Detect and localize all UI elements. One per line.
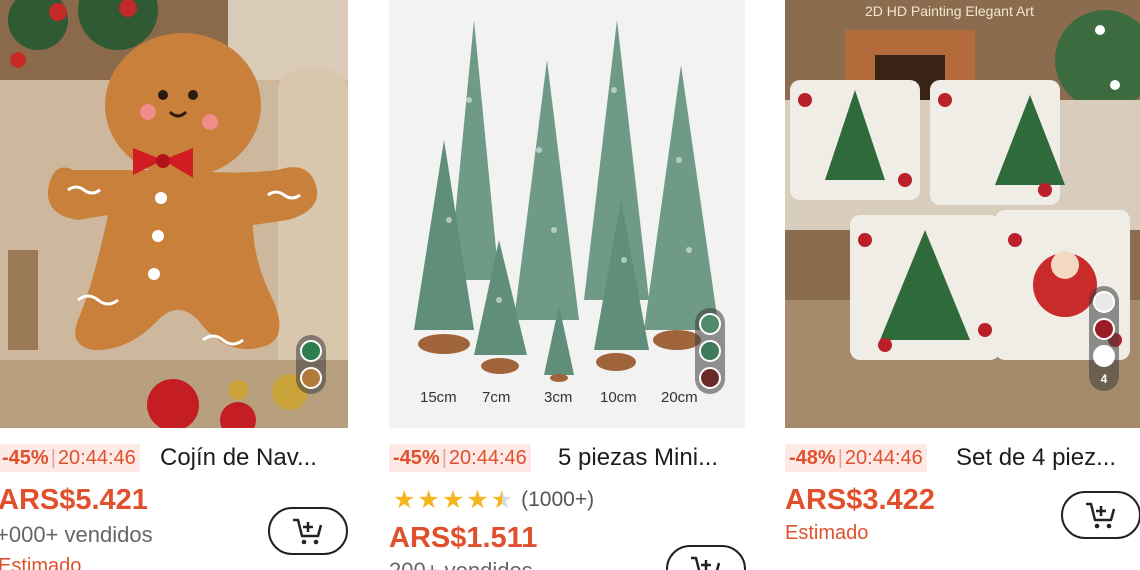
color-swatch[interactable] [699,340,721,362]
color-swatch[interactable] [1093,318,1115,340]
sold-count: 200+ vendidos [389,558,533,570]
size-label: 20cm [661,389,698,406]
color-swatch-selector[interactable] [695,308,725,394]
add-to-cart-icon [691,556,721,570]
product-title[interactable]: Cojín de Nav... [160,442,317,474]
more-swatches-count[interactable]: 4 [1101,372,1108,386]
flash-sale-badge: -45% | 20:44:46 [0,444,140,472]
flash-sale-badge: -48% | 20:44:46 [785,444,927,472]
size-label: 7cm [482,389,510,406]
color-swatch[interactable] [699,367,721,389]
color-swatch[interactable] [300,340,322,362]
star-icon: ★ [466,486,489,514]
size-label: 3cm [544,389,572,406]
star-icon: ★ [417,486,440,514]
product-image[interactable]: 2D HD Painting Elegant Art 4 [785,0,1140,428]
add-to-cart-icon [293,518,323,545]
add-to-cart-button[interactable] [666,545,746,570]
product-image[interactable]: 15cm 7cm 3cm 10cm 20cm [389,0,745,428]
color-swatch[interactable] [699,313,721,335]
rating-count: (1000+) [521,488,595,511]
star-half-icon: ★ [490,486,514,514]
image-watermark: 2D HD Painting Elegant Art [865,3,1034,19]
price-estimate-label: Estimado [0,555,82,570]
color-swatch[interactable] [1093,345,1115,367]
discount-percent: -45% [393,447,440,469]
countdown-timer: 20:44:46 [57,447,136,469]
discount-percent: -48% [789,447,836,469]
product-title[interactable]: 5 piezas Mini... [558,442,718,474]
star-icon: ★ [393,486,416,514]
color-swatch[interactable] [300,367,322,389]
product-price: ARS$3.422 [785,484,935,516]
product-card-cushion-set[interactable]: 2D HD Painting Elegant Art 4 -48% | 20:44:… [785,0,1140,570]
add-to-cart-button[interactable] [1061,491,1140,539]
size-label: 15cm [420,389,457,406]
product-price: ARS$5.421 [0,484,148,516]
star-rating: ★ ★ ★ ★ ★ (1000+) [393,486,594,514]
color-swatch[interactable] [1093,291,1115,313]
product-image[interactable] [0,0,348,428]
countdown-timer: 20:44:46 [448,447,527,469]
product-card-gingerbread-cushion[interactable]: -45% | 20:44:46 Cojín de Nav... ARS$5.421 … [0,0,348,570]
size-label: 10cm [600,389,637,406]
product-card-mini-trees[interactable]: 15cm 7cm 3cm 10cm 20cm -45% | 20:44:46 5 p… [389,0,749,570]
flash-sale-badge: -45% | 20:44:46 [389,444,531,472]
color-swatch-selector[interactable]: 4 [1089,286,1119,391]
sold-count: +000+ vendidos [0,522,153,547]
add-to-cart-button[interactable] [268,507,348,555]
add-to-cart-icon [1086,502,1116,529]
discount-percent: -45% [2,447,49,469]
product-price: ARS$1.511 [389,522,538,554]
price-estimate-label: Estimado [785,522,869,544]
product-title[interactable]: Set de 4 piez... [956,442,1116,474]
color-swatch-selector[interactable] [296,335,326,394]
countdown-timer: 20:44:46 [844,447,923,469]
star-icon: ★ [441,486,465,514]
